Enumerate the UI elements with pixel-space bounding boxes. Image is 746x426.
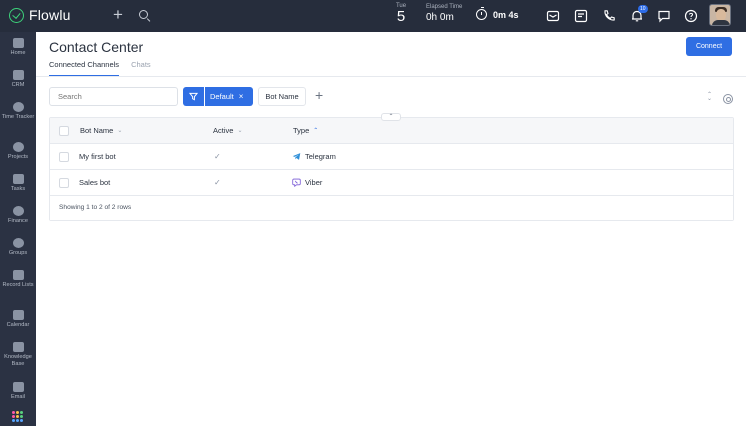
remove-filter-icon[interactable]: × [239,92,244,101]
sidebar-item-label: Record Lists [2,282,34,288]
sidebar-item-label: Home [10,50,26,56]
mail-icon[interactable] [545,8,561,24]
logo-text: Flowlu [29,7,71,23]
active-check-icon: ✓ [214,178,221,187]
sidebar-item-crm[interactable]: CRM [0,70,36,89]
column-header-active[interactable]: Active ⌄ [213,118,242,143]
connect-button[interactable]: Connect [686,37,732,56]
column-header-type[interactable]: Type ⌃ [293,118,318,143]
row-checkbox[interactable] [59,178,69,188]
quick-add-icon[interactable]: + [113,6,123,23]
logo-check-icon [9,7,24,23]
active-check-icon: ✓ [214,152,221,161]
sidebar-item-groups[interactable]: Groups [0,238,36,257]
phone-icon[interactable] [601,8,617,24]
sidebar-item-tasks[interactable]: Tasks [0,174,36,193]
search-icon[interactable] [139,10,148,19]
active-filter-label: Default [210,92,234,101]
date-widget: Tue 5 [394,3,408,24]
record-lists-icon [12,270,24,280]
type-cell: Telegram [292,144,336,169]
sidebar-item-label: Projects [7,154,29,160]
settings-gear-icon[interactable] [723,94,733,104]
sidebar-item-label: Email [11,394,25,400]
user-avatar[interactable] [709,4,731,26]
home-icon [12,38,24,48]
sidebar-item-label: Time Tracker [1,114,35,120]
telegram-icon [292,153,301,160]
chat-icon[interactable] [656,8,672,24]
bot-name-cell[interactable]: My first bot [79,144,116,169]
knowledge-base-icon [12,342,24,352]
groups-icon [12,238,24,248]
sort-caret-up-icon: ⌃ [313,128,319,134]
sort-caret-icon: ⌄ [117,128,123,134]
sidebar-item-home[interactable]: Home [0,38,36,57]
sidebar-item-time-tracker[interactable]: Time Tracker [0,102,36,121]
sidebar-item-label: Finance [8,218,28,224]
channels-table: Bot Name ⌄ Active ⌄ Type ⌃ My first bot … [49,117,734,221]
finance-icon [12,206,24,216]
stopwatch-icon [476,6,487,20]
top-bar: Flowlu + Tue 5 Elapsed Time 0h 0m 0m 4s … [0,0,746,32]
collapse-filters-handle[interactable]: ⌃ [381,113,401,121]
viber-icon [292,178,301,187]
table-row[interactable]: My first bot ✓ Telegram [50,144,733,170]
page-title: Contact Center [49,39,144,55]
sidebar-item-knowledge-base[interactable]: Knowledge Base [0,342,36,367]
filter-icon [189,92,198,101]
sidebar-item-label: Knowledge Base [4,354,32,367]
sidebar-item-record-lists[interactable]: Record Lists [0,270,36,289]
type-label: Telegram [305,152,336,161]
tab-connected-channels[interactable]: Connected Channels [49,60,120,76]
sidebar-item-calendar[interactable]: Calendar [0,310,36,329]
elapsed-value: 0h 0m [426,12,454,23]
pagination-summary: Showing 1 to 2 of 2 rows [59,204,132,211]
filter-button[interactable] [183,87,204,106]
sort-toggle-icon[interactable]: ⌃ ⌄ [707,92,712,102]
select-all-checkbox[interactable] [59,126,69,136]
sidebar-item-projects[interactable]: Projects [0,142,36,161]
add-filter-button[interactable]: + [315,88,323,102]
notes-icon[interactable] [573,8,589,24]
active-filter-chip[interactable]: Default × [205,87,253,106]
bot-name-cell[interactable]: Sales bot [79,170,110,195]
type-label: Viber [305,178,323,187]
sort-caret-icon: ⌄ [237,128,243,134]
date-number: 5 [396,8,406,25]
type-cell: Viber [292,170,322,195]
row-checkbox[interactable] [59,152,69,162]
search-input[interactable] [49,87,178,106]
apps-grid-icon[interactable] [12,411,23,422]
sidebar-item-label: CRM [11,82,25,88]
timer[interactable]: 0m 4s [476,6,519,20]
table-row[interactable]: Sales bot ✓ Viber [50,170,733,196]
app-logo[interactable]: Flowlu [9,7,71,23]
bot-name-chip[interactable]: Bot Name [258,87,306,106]
elapsed-time: Elapsed Time 0h 0m [426,4,462,23]
table-footer: Showing 1 to 2 of 2 rows [50,196,733,220]
projects-icon [12,142,24,152]
time-tracker-icon [12,102,24,112]
column-header-bot-name[interactable]: Bot Name ⌄ [80,118,122,143]
sidebar-item-label: Calendar [6,322,30,328]
crm-icon [12,70,24,80]
elapsed-label: Elapsed Time [426,4,463,10]
sidebar-item-email[interactable]: Email [0,382,36,401]
tasks-icon [12,174,24,184]
sidebar-item-label: Groups [8,250,28,256]
help-icon[interactable] [683,8,699,24]
tab-chats[interactable]: Chats [131,60,151,76]
header-divider [36,76,746,77]
calendar-icon [12,310,24,320]
sidebar-item-finance[interactable]: Finance [0,206,36,225]
page-tabs: Connected Channels Chats [49,60,163,76]
email-icon [12,382,24,392]
sidebar-item-label: Tasks [10,186,26,192]
timer-value: 0m 4s [493,9,519,20]
notifications-badge: 10 [638,5,648,13]
table-header: Bot Name ⌄ Active ⌄ Type ⌃ [50,118,733,144]
